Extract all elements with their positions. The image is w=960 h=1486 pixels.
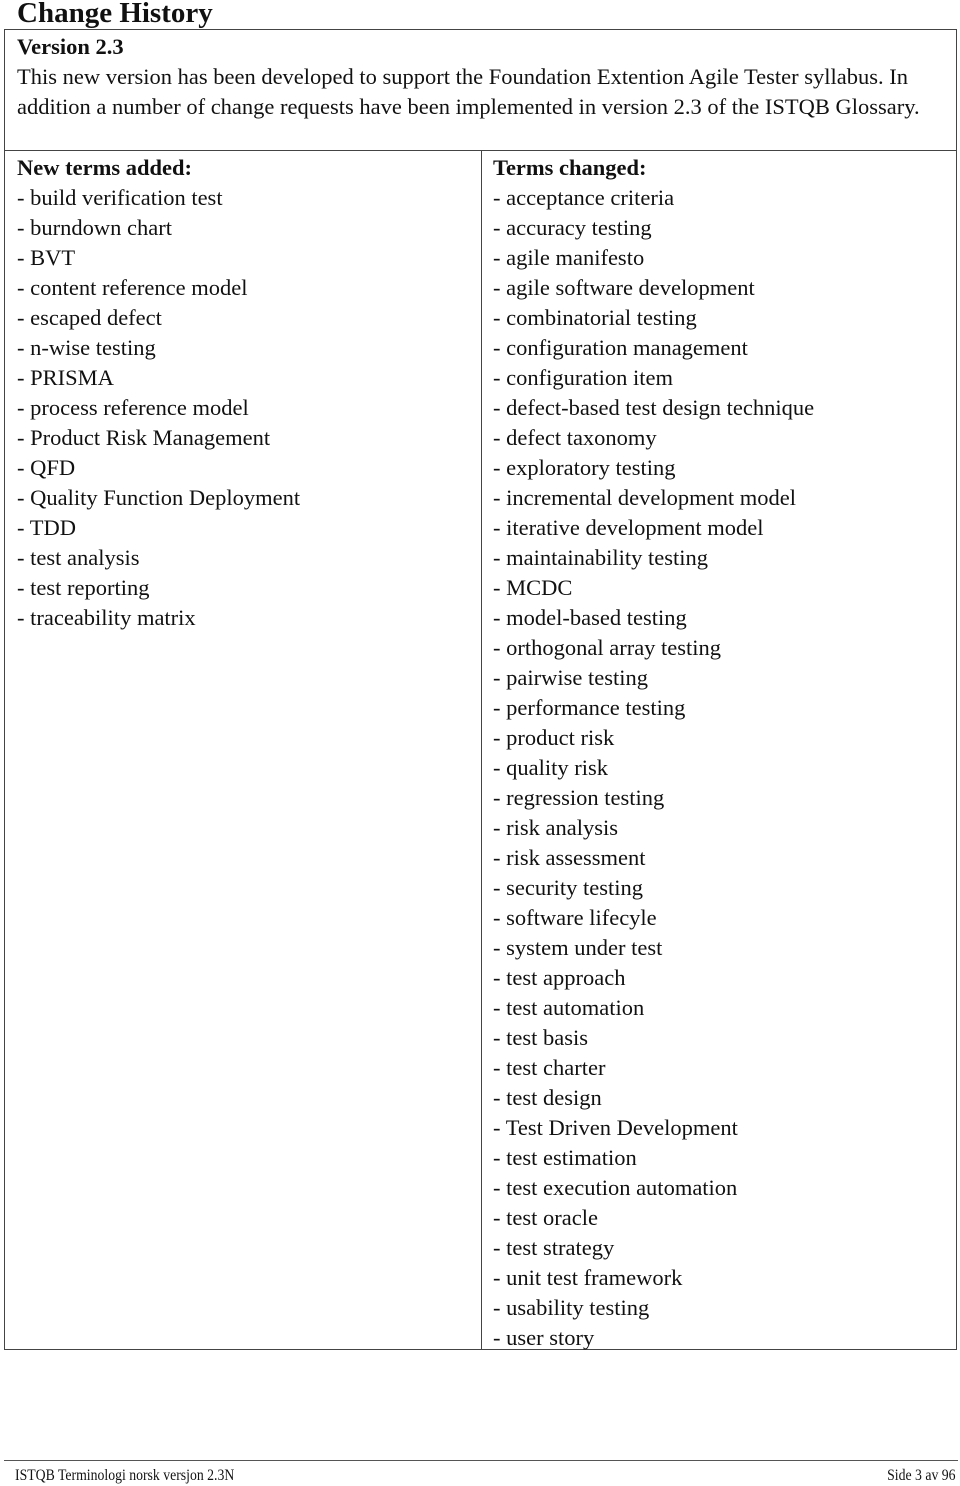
term-list-item: - Product Risk Management bbox=[17, 425, 271, 450]
term-list-item: - unit test framework bbox=[493, 1265, 683, 1290]
term-list-item: - test strategy bbox=[493, 1235, 615, 1260]
term-list-item: - defect taxonomy bbox=[493, 425, 657, 450]
term-list-item: - test estimation bbox=[493, 1145, 637, 1170]
term-list-item: - user story bbox=[493, 1325, 595, 1350]
term-list-item: - test charter bbox=[493, 1055, 606, 1080]
version-description: This new version has been developed to s… bbox=[17, 64, 920, 119]
term-list-item: - software lifecyle bbox=[493, 905, 657, 930]
term-list-item: - test execution automation bbox=[493, 1175, 738, 1200]
term-list-item: - risk assessment bbox=[493, 845, 646, 870]
term-list-item: - test approach bbox=[493, 965, 626, 990]
term-list-item: - iterative development model bbox=[493, 515, 764, 540]
term-list-item: - n-wise testing bbox=[17, 335, 156, 360]
term-list-item: - PRISMA bbox=[17, 365, 114, 390]
change-history-table: Version 2.3 This new version has been de… bbox=[4, 29, 957, 1350]
term-list-item: - pairwise testing bbox=[493, 665, 648, 690]
term-list-item: - incremental development model bbox=[493, 485, 797, 510]
term-list-item: - system under test bbox=[493, 935, 663, 960]
term-list-item: - usability testing bbox=[493, 1295, 650, 1320]
term-list-item: - orthogonal array testing bbox=[493, 635, 722, 660]
term-list-item: - agile manifesto bbox=[493, 245, 645, 270]
term-list-item: - burndown chart bbox=[17, 215, 172, 240]
term-list-item: - acceptance criteria bbox=[493, 185, 675, 210]
term-list-item: - configuration item bbox=[493, 365, 673, 390]
term-list-item: - exploratory testing bbox=[493, 455, 676, 480]
term-list-item: - combinatorial testing bbox=[493, 305, 697, 330]
term-list-item: - test design bbox=[493, 1085, 602, 1110]
term-list-item: - model-based testing bbox=[493, 605, 687, 630]
term-list-item: - MCDC bbox=[493, 575, 573, 600]
new-terms-heading: New terms added: bbox=[17, 155, 192, 180]
footer-document-title: ISTQB Terminologi norsk versjon 2.3N bbox=[15, 1467, 235, 1484]
term-list-item: - Quality Function Deployment bbox=[17, 485, 301, 510]
changed-terms-list: - acceptance criteria - accuracy testing -… bbox=[493, 183, 956, 1353]
term-list-item: - maintainability testing bbox=[493, 545, 708, 570]
new-terms-list: - build verification test - burndown char… bbox=[17, 183, 481, 633]
page-title: Change History bbox=[17, 0, 213, 29]
term-list-item: - configuration management bbox=[493, 335, 748, 360]
term-list-item: - test analysis bbox=[17, 545, 140, 570]
term-list-item: - defect-based test design technique bbox=[493, 395, 815, 420]
term-list-item: - test reporting bbox=[17, 575, 150, 600]
footer-page-number: Side 3 av 96 bbox=[887, 1467, 956, 1484]
term-list-item: - quality risk bbox=[493, 755, 608, 780]
term-list-item: - risk analysis bbox=[493, 815, 618, 840]
term-list-item: - test oracle bbox=[493, 1205, 598, 1230]
term-list-item: - process reference model bbox=[17, 395, 249, 420]
term-list-item: - regression testing bbox=[493, 785, 665, 810]
version-cell: Version 2.3 This new version has been de… bbox=[5, 30, 956, 151]
version-title: Version 2.3 bbox=[17, 34, 124, 59]
new-terms-column: New terms added: - build verification te… bbox=[5, 151, 482, 1349]
term-list-item: - agile software development bbox=[493, 275, 755, 300]
term-list-item: - TDD bbox=[17, 515, 76, 540]
footer-divider bbox=[4, 1460, 958, 1461]
term-list-item: - content reference model bbox=[17, 275, 248, 300]
term-list-item: - test automation bbox=[493, 995, 645, 1020]
term-list-item: - security testing bbox=[493, 875, 643, 900]
term-list-item: - QFD bbox=[17, 455, 76, 480]
changed-terms-column: Terms changed: - acceptance criteria - ac… bbox=[482, 151, 956, 1350]
changed-terms-heading: Terms changed: bbox=[493, 155, 647, 180]
term-list-item: - traceability matrix bbox=[17, 605, 196, 630]
term-list-item: - product risk bbox=[493, 725, 615, 750]
term-list-item: - build verification test bbox=[17, 185, 223, 210]
term-list-item: - test basis bbox=[493, 1025, 588, 1050]
term-list-item: - Test Driven Development bbox=[493, 1115, 738, 1140]
term-list-item: - escaped defect bbox=[17, 305, 162, 330]
term-list-item: - performance testing bbox=[493, 695, 686, 720]
term-list-item: - accuracy testing bbox=[493, 215, 652, 240]
term-list-item: - BVT bbox=[17, 245, 76, 270]
